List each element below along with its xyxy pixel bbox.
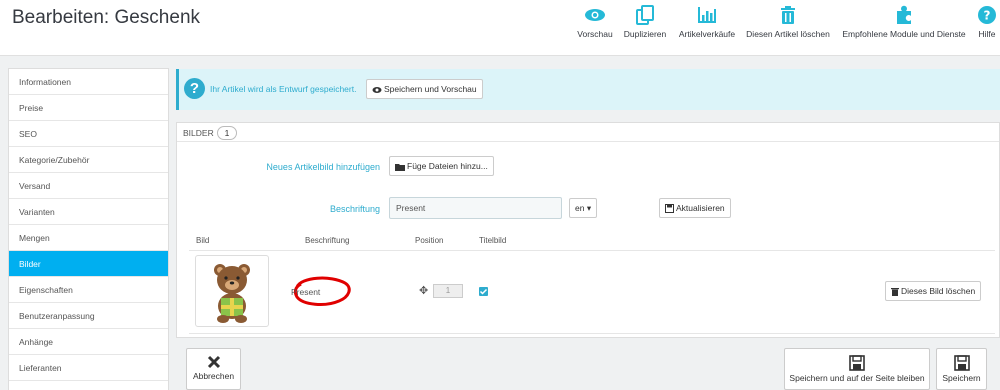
- sidebar-item-benutzeranpassung[interactable]: Benutzeranpassung: [9, 303, 168, 329]
- language-select[interactable]: en ▾: [569, 198, 598, 218]
- copy-icon: [636, 5, 654, 25]
- column-header-position: Position: [415, 236, 444, 245]
- save-icon: [953, 355, 970, 371]
- svg-text:?: ?: [984, 9, 991, 23]
- panel-heading: BILDER 1: [177, 123, 999, 142]
- eye-icon: [372, 86, 382, 93]
- caption-input[interactable]: Present: [389, 197, 562, 219]
- product-tabs-sidebar: Informationen Preise SEO Kategorie/Zubeh…: [8, 68, 169, 390]
- duplicate-button[interactable]: Duplizieren: [620, 3, 670, 43]
- trash-icon: [891, 288, 899, 297]
- sidebar-item-kategorie[interactable]: Kategorie/Zubehör: [9, 147, 168, 173]
- delete-image-button[interactable]: Dieses Bild löschen: [885, 281, 982, 301]
- column-header-image: Bild: [196, 236, 210, 245]
- folder-icon: [395, 163, 405, 171]
- puzzle-icon: [897, 5, 911, 24]
- preview-button[interactable]: Vorschau: [576, 3, 614, 43]
- sidebar-item-preise[interactable]: Preise: [9, 95, 168, 121]
- trash-icon: [781, 6, 795, 24]
- row-caption: Present: [291, 287, 321, 297]
- delete-product-button[interactable]: Diesen Artikel löschen: [744, 3, 832, 43]
- sidebar-item-seo[interactable]: SEO: [9, 121, 168, 147]
- cover-checkbox[interactable]: [479, 287, 488, 296]
- product-image-thumbnail: [195, 255, 269, 327]
- caret-down-icon: ▾: [586, 203, 592, 213]
- sidebar-item-informationen[interactable]: Informationen: [9, 69, 168, 95]
- divider: [189, 250, 995, 251]
- save-button[interactable]: Speichern: [936, 348, 987, 390]
- divider: [189, 333, 995, 334]
- sales-stats-button[interactable]: Artikelverkäufe: [676, 3, 738, 43]
- cancel-button[interactable]: Abbrechen: [186, 348, 241, 390]
- help-button[interactable]: ? Hilfe: [974, 3, 1000, 43]
- save-and-stay-button[interactable]: Speichern und auf der Seite bleiben: [784, 348, 930, 390]
- eye-icon: [585, 9, 605, 21]
- recommended-modules-button[interactable]: Empfohlene Module und Dienste: [840, 3, 968, 43]
- image-count-badge: 1: [217, 126, 237, 140]
- sidebar-item-eigenschaften[interactable]: Eigenschaften: [9, 277, 168, 303]
- images-panel: BILDER 1 Neues Artikelbild hinzufügen Fü…: [176, 122, 1000, 338]
- add-files-button[interactable]: Füge Dateien hinzu...: [389, 156, 494, 176]
- teddy-bear-gift-image: [214, 264, 250, 323]
- sidebar-item-bilder[interactable]: Bilder: [9, 251, 168, 277]
- column-header-caption: Beschriftung: [305, 236, 350, 245]
- save-icon: [665, 204, 674, 214]
- draft-info-banner: ? Ihr Artikel wird als Entwurf gespeiche…: [176, 69, 1000, 110]
- save-preview-button[interactable]: Speichern und Vorschau: [366, 79, 483, 99]
- close-icon: [207, 355, 220, 369]
- drag-handle-icon[interactable]: ✥: [419, 284, 428, 297]
- draft-info-text: Ihr Artikel wird als Entwurf gespeichert…: [210, 84, 357, 94]
- caption-label: Beschriftung: [329, 204, 380, 214]
- help-circle-icon: ?: [184, 78, 205, 99]
- check-icon: [479, 288, 488, 295]
- help-icon: ?: [978, 6, 996, 24]
- position-input[interactable]: 1: [433, 284, 463, 298]
- page-title: Bearbeiten: Geschenk: [12, 7, 201, 28]
- column-header-cover: Titelbild: [479, 236, 507, 245]
- sidebar-item-anhaenge[interactable]: Anhänge: [9, 329, 168, 355]
- sidebar-item-lieferanten[interactable]: Lieferanten: [9, 355, 168, 381]
- sidebar-item-versand[interactable]: Versand: [9, 173, 168, 199]
- update-caption-button[interactable]: Aktualisieren: [659, 198, 731, 218]
- bar-chart-icon: [698, 7, 716, 23]
- page-header: Bearbeiten: Geschenk Vorschau Dupliziere…: [0, 0, 1000, 56]
- sidebar-item-mengen[interactable]: Mengen: [9, 225, 168, 251]
- panel-title: BILDER: [183, 128, 214, 138]
- save-icon: [849, 355, 865, 371]
- add-image-label: Neues Artikelbild hinzufügen: [266, 162, 380, 172]
- sidebar-item-varianten[interactable]: Varianten: [9, 199, 168, 225]
